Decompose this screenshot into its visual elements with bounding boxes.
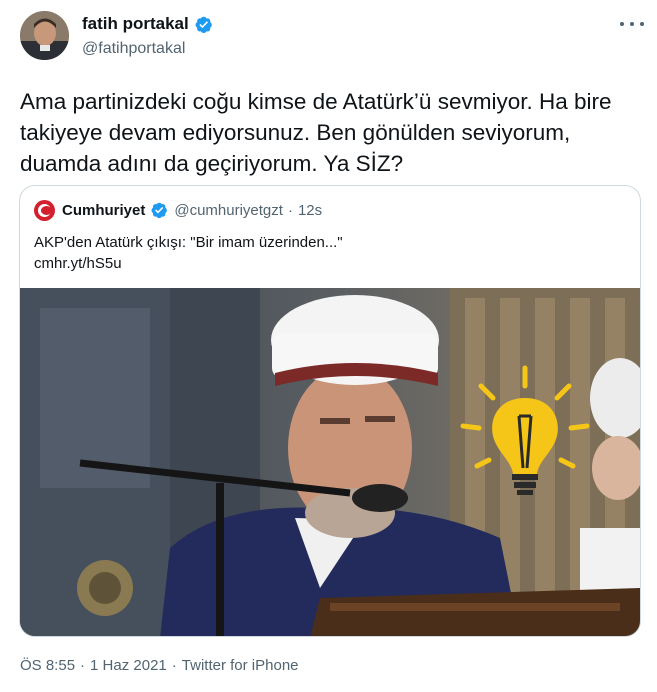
tweet-text: Ama partinizdeki coğu kimse de Atatürk’ü…: [20, 89, 618, 176]
author-handle[interactable]: @fatihportakal: [82, 40, 185, 58]
quoted-handle[interactable]: @cumhuriyetgzt: [174, 202, 283, 219]
verified-badge-icon: [194, 15, 213, 34]
more-options-icon[interactable]: [620, 16, 644, 32]
more-dot: [620, 22, 624, 26]
quoted-tweet-text: AKP'den Atatürk çıkışı: "Bir imam üzerin…: [34, 234, 343, 251]
separator-dot: ·: [287, 202, 293, 219]
tweet-card: fatih portakal @fatihportakal Ama partin…: [0, 0, 657, 692]
more-dot: [630, 22, 634, 26]
more-dot: [640, 22, 644, 26]
cumhuriyet-logo-icon[interactable]: [34, 200, 55, 221]
tweet-time[interactable]: ÖS 8:55: [20, 657, 75, 674]
tweet-date[interactable]: 1 Haz 2021: [90, 657, 167, 674]
separator-dot: ·: [80, 657, 86, 674]
author-display-name[interactable]: fatih portakal: [82, 14, 189, 34]
quoted-timestamp[interactable]: 12s: [298, 202, 322, 219]
author-name-row: fatih portakal: [82, 14, 213, 34]
quoted-tweet-link[interactable]: cmhr.yt/hS5u: [34, 253, 122, 274]
quoted-tweet-header: Cumhuriyet @cumhuriyetgzt · 12s: [34, 200, 322, 221]
author-avatar[interactable]: [20, 11, 69, 60]
tweet-meta: ÖS 8:55 · 1 Haz 2021 · Twitter for iPhon…: [20, 657, 299, 674]
separator-dot: ·: [171, 657, 177, 674]
tweet-source[interactable]: Twitter for iPhone: [182, 657, 299, 674]
quoted-media-image[interactable]: [20, 288, 640, 636]
quoted-tweet[interactable]: Cumhuriyet @cumhuriyetgzt · 12s AKP'den …: [19, 185, 641, 637]
verified-badge-icon: [150, 201, 169, 220]
quoted-display-name[interactable]: Cumhuriyet: [62, 202, 145, 219]
